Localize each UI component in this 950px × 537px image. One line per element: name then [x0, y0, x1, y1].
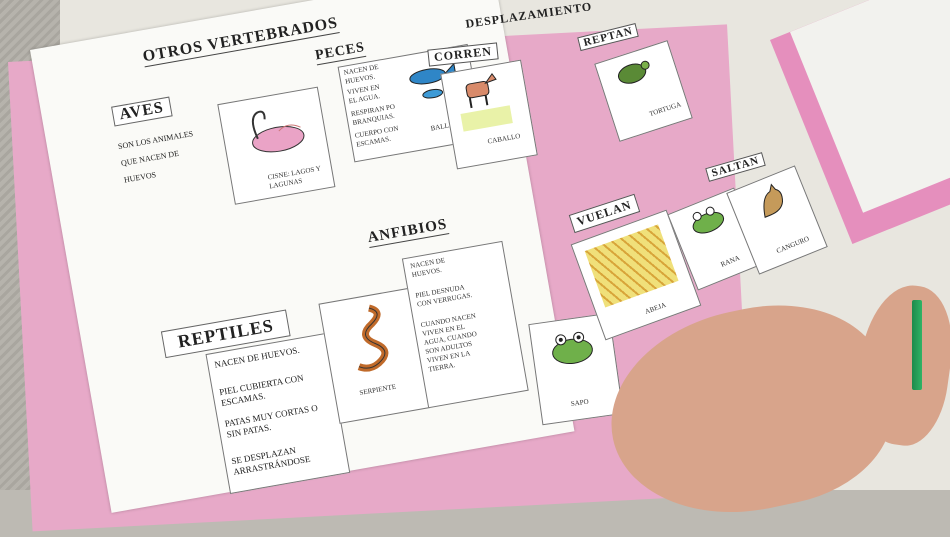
cisne-caption: CISNE: LAGOS Y LAGUNAS: [267, 164, 322, 191]
anfibios-trait-3: CUANDO NACEN VIVEN EN EL AGUA, CUANDO SO…: [420, 311, 478, 374]
peces-trait-4: CUERPO CON ESCAMAS.: [354, 124, 400, 149]
reptiles-trait-4: SE DESPLAZAN ARRASTRÁNDOSE: [230, 445, 312, 478]
anfibios-trait-2: PIEL DESNUDA CON VERRUGAS.: [414, 283, 473, 309]
green-pencil: [912, 300, 922, 390]
kangaroo-drawing: [763, 183, 784, 218]
anfibios-title: ANFIBIOS: [366, 216, 449, 249]
cisne-card: CISNE: LAGOS Y LAGUNAS: [217, 86, 336, 205]
peces-title: PECES: [314, 39, 367, 66]
tortuga-caption: TORTUGA: [648, 100, 683, 119]
rana-caption: RANA: [719, 253, 742, 269]
frog-drawing: [552, 331, 593, 365]
abeja-caption: ABEJA: [643, 300, 668, 316]
sapo-caption: SAPO: [570, 397, 590, 409]
aves-text: SON LOS ANIMALES QUE NACEN DE HUEVOS: [117, 129, 194, 185]
canguro-caption: CANGURO: [775, 234, 811, 256]
honeycomb-drawing: [584, 224, 679, 308]
caballo-caption: CABALLO: [486, 131, 521, 146]
reptiles-trait-2: PIEL CUBIERTA CON ESCAMAS.: [218, 372, 305, 409]
rana-drawing: [692, 206, 725, 234]
snake-drawing: [357, 304, 389, 372]
swan-drawing: [251, 110, 305, 153]
aves-title: AVES: [111, 96, 173, 127]
caballo-card: CABALLO: [440, 59, 538, 170]
reptiles-trait-3: PATAS MUY CORTAS O SIN PATAS.: [224, 402, 319, 440]
turtle-drawing: [617, 60, 650, 84]
anfibios-trait-1: NACEN DE HUEVOS.: [409, 256, 446, 280]
serpiente-caption: SERPIENTE: [358, 382, 397, 397]
